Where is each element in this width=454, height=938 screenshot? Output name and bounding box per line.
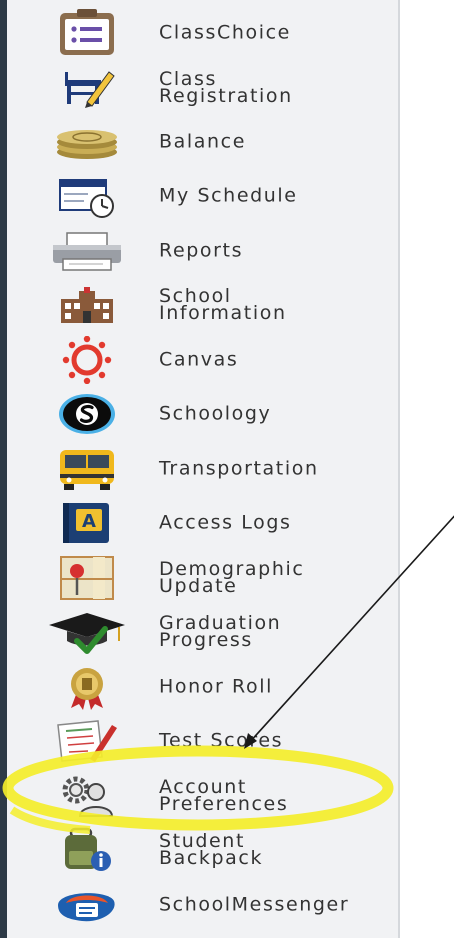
test-paper-icon [45,717,129,765]
sidebar-item-label: Canvas [159,348,239,371]
school-bus-icon [45,445,129,493]
map-pin-icon [45,554,129,602]
sidebar-item-label: Class Registration [159,68,293,107]
sidebar-item-label: Account Preferences [159,776,289,815]
sidebar-item-canvas[interactable]: Canvas [7,333,398,387]
sidebar-item-schoology[interactable]: Schoology [7,387,398,441]
sidebar-item-label: Transportation [159,457,319,480]
canvas-logo-icon [45,336,129,384]
sidebar-item-label: Balance [159,130,246,153]
content-area [400,0,454,938]
sidebar-item-my-schedule[interactable]: My Schedule [7,169,398,223]
calendar-clock-icon [45,172,129,220]
sidebar-item-school-information[interactable]: School Information [7,278,398,332]
school-building-icon [45,281,129,329]
honor-medal-icon [45,663,129,711]
sidebar-item-balance[interactable]: Balance [7,115,398,169]
sidebar-item-account-preferences[interactable]: Account Preferences [7,769,398,823]
sidebar-item-demographic-update[interactable]: Demographic Update [7,551,398,605]
sidebar-item-graduation-progress[interactable]: Graduation Progress [7,605,398,659]
graduation-cap-icon [45,608,129,656]
sidebar-item-access-logs[interactable]: A Access Logs [7,496,398,550]
svg-text:A: A [82,511,96,532]
sidebar-item-class-registration[interactable]: Class Registration [7,61,398,115]
sidebar-item-label: SchoolMessenger [159,893,350,916]
left-edge-bar [0,0,7,938]
sidebar-item-label: Student Backpack [159,830,264,869]
clipboard-list-icon [45,9,129,57]
sidebar-item-label: Test Scores [159,729,284,752]
sidebar-item-schoolmessenger[interactable]: SchoolMessenger [7,878,398,932]
desk-pencil-icon [45,64,129,112]
printer-icon [45,227,129,275]
sidebar-item-label: Access Logs [159,511,292,534]
backpack-info-icon [45,826,129,874]
sidebar-item-label: Reports [159,239,244,262]
sidebar-item-student-backpack[interactable]: Student Backpack [7,823,398,877]
sidebar-item-test-scores[interactable]: Test Scores [7,714,398,768]
sidebar-item-label: My Schedule [159,184,298,207]
sidebar-item-transportation[interactable]: Transportation [7,442,398,496]
schoolmessenger-logo-icon [45,881,129,929]
sidebar-item-reports[interactable]: Reports [7,224,398,278]
coin-stack-icon [45,118,129,166]
sidebar-item-label: School Information [159,285,287,324]
sidebar-item-label: Graduation Progress [159,612,282,651]
gear-user-icon [45,772,129,820]
sidebar-item-classchoice[interactable]: ClassChoice [7,6,398,60]
sidebar-item-label: Schoology [159,402,272,425]
sidebar-item-label: Honor Roll [159,675,273,698]
sidebar-item-label: ClassChoice [159,21,291,44]
sidebar-item-honor-roll[interactable]: Honor Roll [7,660,398,714]
page: ClassChoice Class Registration Balance M… [0,0,454,938]
access-logs-book-icon: A [45,499,129,547]
sidebar-item-label: Demographic Update [159,558,305,597]
schoology-logo-icon [45,390,129,438]
